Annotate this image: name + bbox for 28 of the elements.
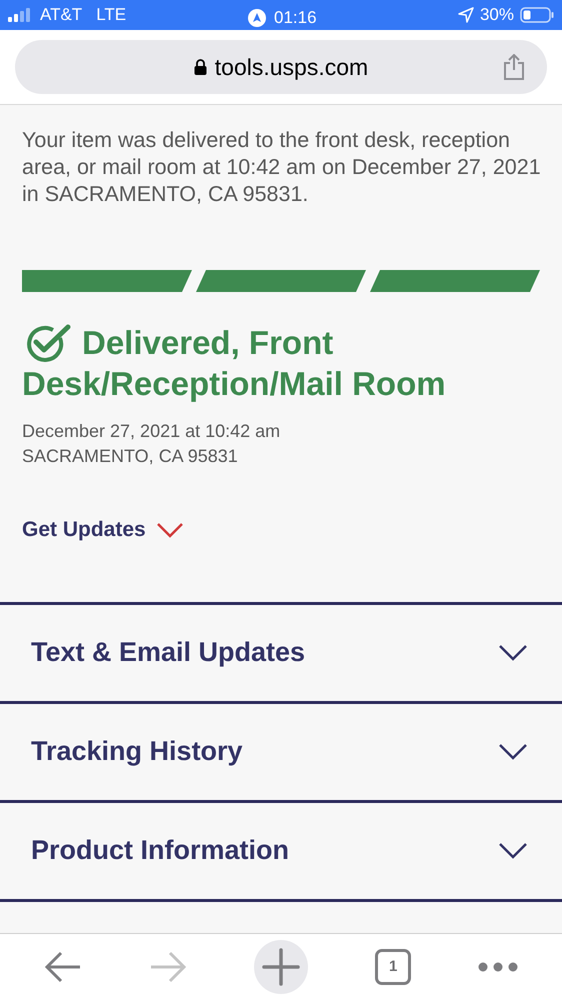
- chevron-icon: [498, 842, 528, 860]
- chevron-icon: [156, 522, 184, 538]
- battery-percent: 30%: [480, 4, 514, 26]
- chevron-icon: [498, 644, 528, 662]
- delivery-status-title: Desk/Reception/Mail Room: [22, 364, 446, 404]
- carrier-name: AT&T: [40, 4, 82, 26]
- clock-time: 01:16: [274, 7, 317, 29]
- battery-icon: [520, 7, 554, 23]
- network-type: LTE: [96, 4, 126, 26]
- accordion-header[interactable]: Product Information: [0, 800, 562, 898]
- delivery-location: SACRAMENTO, CA 95831: [21, 445, 239, 468]
- checkmark-icon: [26, 324, 72, 362]
- navigation-icon: [248, 8, 266, 27]
- accordion-header[interactable]: Tracking History: [0, 700, 562, 800]
- back-button[interactable]: [44, 951, 82, 983]
- tab-count-button[interactable]: 1: [375, 949, 412, 985]
- get-updates-link[interactable]: Get Updates: [22, 514, 184, 546]
- location-icon: [458, 7, 474, 23]
- lock-icon: [194, 59, 207, 75]
- address-bar[interactable]: tools.usps.com: [15, 40, 547, 94]
- share-icon[interactable]: [503, 54, 525, 80]
- delivery-status-title: Delivered, Front: [82, 323, 334, 363]
- url-text: tools.usps.com: [214, 52, 368, 82]
- delivery-summary: Your item was delivered to the front desk, reception area, or mail room at 10:42 am on December 27, 2021 in SACRAMENTO, CA 95831.: [21, 127, 542, 208]
- more-icon[interactable]: [478, 962, 518, 972]
- delivery-date: December 27, 2021 at 10:42 am: [21, 420, 282, 443]
- chevron-icon: [498, 742, 528, 760]
- accordion-header[interactable]: Text & Email Updates: [0, 602, 562, 700]
